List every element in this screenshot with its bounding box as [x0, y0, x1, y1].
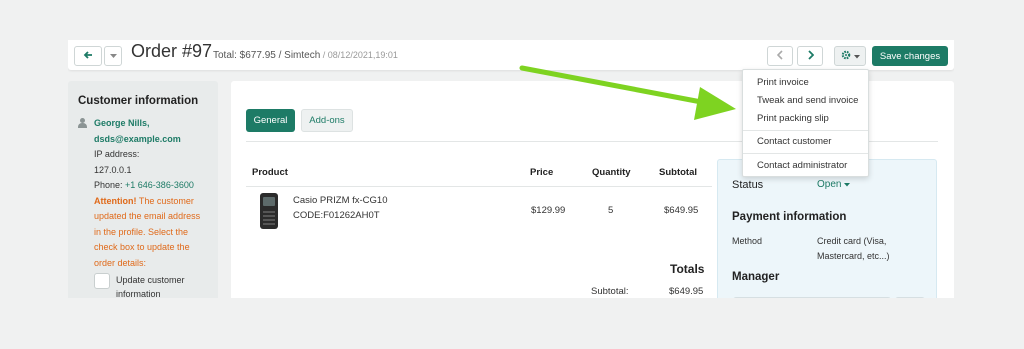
caret-down-icon — [853, 50, 860, 62]
customer-sidebar: Customer information George Nills, dsds@… — [68, 81, 218, 298]
table-header-divider — [246, 186, 712, 187]
product-code: CODE:F01262AH0T — [293, 210, 380, 221]
attention-text: The customer updated the email address i… — [94, 195, 201, 268]
column-header-quantity: Quantity — [592, 167, 631, 178]
order-date: / 08/12/2021,19:01 — [320, 50, 398, 60]
status-label: Status — [732, 179, 764, 191]
customer-name-link[interactable]: George Nills, — [94, 116, 208, 132]
manager-heading: Manager — [732, 271, 780, 283]
customer-email-link[interactable]: dsds@example.com — [94, 132, 208, 148]
settings-dropdown-button[interactable] — [834, 46, 866, 66]
phone-link[interactable]: +1 646-386-3600 — [125, 180, 194, 190]
status-panel: Status Open Payment information Method C… — [717, 159, 937, 298]
phone-label: Phone: — [94, 180, 126, 190]
next-order-button[interactable] — [797, 46, 823, 66]
payment-method-line-2: Mastercard, etc...) — [817, 251, 890, 261]
update-customer-checkbox[interactable] — [94, 273, 110, 289]
menu-item-print-packing-slip[interactable]: Print packing slip — [757, 113, 829, 124]
attention-message: Attention! The customer updated the emai… — [94, 194, 208, 272]
payment-heading: Payment information — [732, 211, 847, 223]
status-dropdown[interactable]: Open — [817, 179, 851, 190]
caret-down-icon — [844, 179, 851, 190]
phone-row: Phone: +1 646-386-3600 — [94, 178, 208, 194]
menu-item-print-invoice[interactable]: Print invoice — [757, 77, 809, 88]
order-meta: Total: $677.95 / Simtech / 08/12/2021,19… — [213, 50, 398, 61]
save-changes-button[interactable]: Save changes — [872, 46, 948, 66]
person-icon — [78, 118, 87, 128]
manager-button[interactable] — [895, 297, 925, 298]
customer-heading: Customer information — [78, 95, 199, 107]
product-quantity: 5 — [608, 205, 614, 216]
chevron-left-icon — [776, 49, 784, 63]
ip-label: IP address: — [94, 149, 140, 159]
product-thumbnail[interactable] — [260, 193, 278, 229]
column-header-price: Price — [530, 167, 554, 178]
tab-general[interactable]: General — [246, 109, 295, 132]
payment-method-line-1: Credit card (Visa, — [817, 236, 887, 246]
update-customer-row[interactable]: Update customer information — [94, 273, 208, 298]
product-subtotal: $649.95 — [664, 205, 699, 216]
column-header-product: Product — [252, 167, 288, 178]
product-price: $129.99 — [531, 205, 566, 216]
column-header-subtotal: Subtotal — [659, 167, 697, 178]
settings-dropdown-menu: Print invoice Tweak and send invoice Pri… — [742, 69, 869, 177]
manager-select[interactable] — [733, 297, 891, 298]
totals-heading: Totals — [670, 262, 705, 276]
previous-order-button[interactable] — [767, 46, 793, 66]
ip-value: 127.0.0.1 — [94, 164, 132, 175]
status-value: Open — [817, 179, 842, 190]
update-customer-label: Update customer information — [116, 275, 185, 298]
arrow-left-icon — [83, 50, 93, 63]
menu-item-contact-customer[interactable]: Contact customer — [757, 136, 831, 147]
caret-down-icon — [109, 50, 117, 62]
attention-label: Attention! — [94, 195, 137, 206]
back-dropdown-button[interactable] — [104, 46, 122, 66]
menu-divider — [743, 153, 868, 154]
menu-divider — [743, 130, 868, 131]
order-toolbar: Order #97 Total: $677.95 / Simtech / 08/… — [68, 40, 954, 70]
totals-subtotal-value: $649.95 — [669, 286, 704, 297]
order-total: Total: $677.95 / Simtech — [213, 50, 321, 61]
tab-add-ons[interactable]: Add-ons — [301, 109, 353, 132]
back-button[interactable] — [74, 46, 102, 66]
menu-item-tweak-send-invoice[interactable]: Tweak and send invoice — [757, 95, 858, 106]
customer-details: George Nills, dsds@example.com IP addres… — [78, 116, 208, 298]
totals-subtotal-label: Subtotal: — [591, 286, 629, 297]
menu-item-contact-administrator[interactable]: Contact administrator — [757, 160, 847, 171]
product-name-link[interactable]: Casio PRIZM fx-CG10 — [293, 195, 388, 206]
order-title: Order #97 — [131, 41, 213, 61]
gear-icon — [841, 50, 851, 63]
chevron-right-icon — [807, 49, 814, 63]
payment-method-label: Method — [732, 236, 763, 246]
